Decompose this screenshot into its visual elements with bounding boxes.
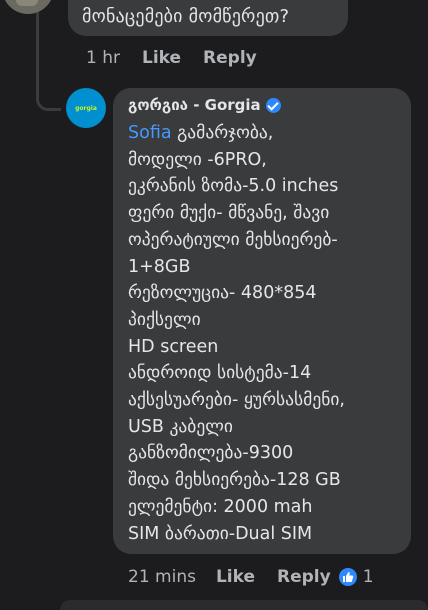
- reply-line: HD screen: [128, 336, 219, 357]
- reply-line: შიდა მეხსიერება-128 GB: [128, 470, 341, 491]
- reply-line: მოდელი -6PRO,: [128, 149, 267, 170]
- top-comment-like-button[interactable]: Like: [142, 48, 181, 68]
- reply-line: ეკრანის ზომა-5.0 inches: [128, 176, 339, 197]
- reply-line: პიქსელი: [128, 309, 201, 330]
- reply-line: აქსესუარები- ყურსასმენი,: [128, 390, 345, 411]
- reply-line: 1+8GB: [128, 256, 191, 277]
- reply-connector-elbow: [36, 98, 61, 111]
- comment-thread: მონაცემები მომწერეთ? 1 hr Like Reply gor…: [0, 0, 428, 610]
- verified-badge-icon: [265, 97, 281, 113]
- commenter-avatar[interactable]: [2, 0, 54, 14]
- reply-line: SIM ბარათი-Dual SIM: [128, 523, 313, 544]
- gorgia-logo-text: gorgia: [75, 104, 97, 112]
- reply-text: Sofia გამარჯობა, მოდელი -6PRO, ეკრანის ზ…: [128, 120, 404, 547]
- mention-link[interactable]: Sofia: [128, 123, 172, 143]
- reply-line-greeting: Sofia გამარჯობა,: [128, 120, 404, 147]
- top-comment-reply-button[interactable]: Reply: [203, 48, 257, 68]
- greeting-text: გამარჯობა,: [171, 123, 274, 143]
- top-comment-text: მონაცემები მომწერეთ?: [82, 6, 290, 27]
- reply-line: ანდროიდ სისტემა-14: [128, 363, 312, 384]
- reply-line: რეზოლუცია- 480*854: [128, 283, 317, 304]
- like-count[interactable]: 1: [363, 567, 374, 587]
- reply-time[interactable]: 21 mins: [128, 567, 196, 587]
- reply-line: ფერი მუქი- მწვანე, შავი: [128, 203, 330, 224]
- reply-actions: 21 mins Like Reply 1: [128, 567, 374, 587]
- reply-line: განზომილება-9300: [128, 443, 294, 464]
- reply-line: USB კაბელი: [128, 416, 233, 437]
- reply-line: ელემენტი: 2000 mah: [128, 496, 313, 517]
- top-comment-actions: 1 hr Like Reply: [86, 48, 257, 68]
- thread-connector-line: [36, 0, 39, 100]
- reply-line: ოპერატიული მეხსიერებ-: [128, 229, 338, 250]
- thumbs-up-icon[interactable]: [338, 568, 357, 586]
- reply-author-name[interactable]: გორგია - Gorgia: [128, 96, 261, 114]
- gorgia-avatar[interactable]: gorgia: [66, 88, 106, 128]
- reply-author: გორგია - Gorgia: [128, 96, 281, 114]
- reply-reply-button[interactable]: Reply: [277, 567, 331, 587]
- top-comment-time[interactable]: 1 hr: [86, 48, 120, 68]
- reply-like-button[interactable]: Like: [216, 567, 255, 587]
- next-comment-edge: [60, 600, 428, 610]
